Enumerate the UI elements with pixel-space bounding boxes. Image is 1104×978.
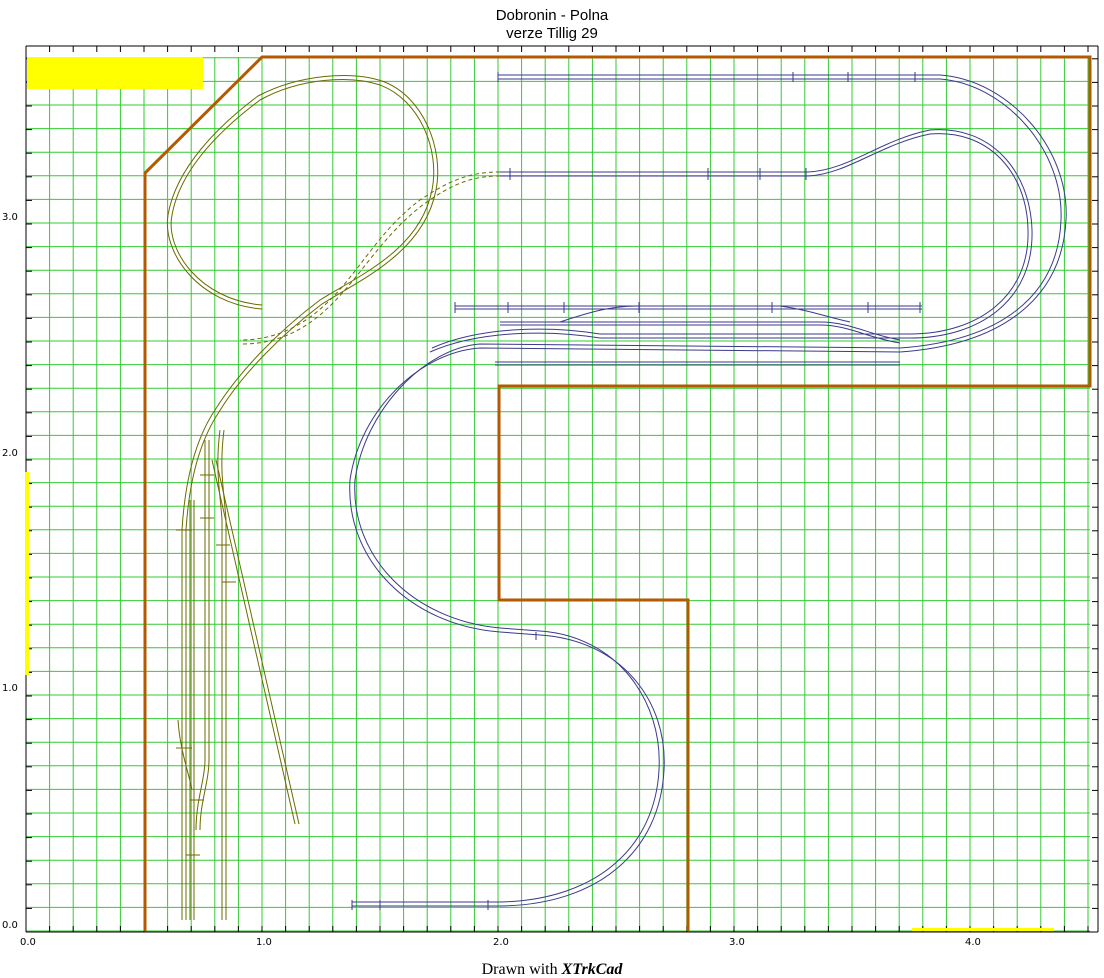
y-tick-label: 1.0: [2, 683, 18, 694]
plan-title: Dobronin - Polna: [496, 7, 609, 24]
y-tick-label: 0.0: [2, 920, 18, 931]
blue-track-layer: [349, 72, 1067, 910]
x-tick-label: 1.0: [256, 937, 272, 948]
olive-track-layer: [166, 75, 501, 920]
footer-prefix: Drawn with: [482, 961, 562, 978]
yellow-edge-marker-bottom: [912, 928, 1054, 931]
yellow-edge-marker-left: [25, 472, 29, 675]
olive-track-helix: [170, 79, 435, 920]
plan-subtitle: verze Tillig 29: [506, 25, 598, 42]
x-tick-label: 3.0: [729, 937, 745, 948]
olive-yard-track-3: [217, 429, 223, 920]
benchwork-outline: [143, 55, 1092, 931]
olive-track-dashed-return: [239, 171, 501, 341]
y-tick-label: 2.0: [2, 448, 18, 459]
olive-spur: [211, 459, 296, 825]
blue-track-inner-loop: [429, 129, 1033, 353]
y-axis-labels: 0.0 1.0 2.0 3.0: [2, 212, 18, 931]
x-tick-label: 0.0: [20, 937, 36, 948]
x-axis-labels: 0.0 1.0 2.0 3.0 4.0: [20, 937, 981, 948]
footer-brand: XTrkCad: [561, 961, 624, 978]
x-tick-label: 2.0: [493, 937, 509, 948]
y-tick-label: 3.0: [2, 212, 18, 223]
track-plan-canvas: Dobronin - Polna verze Tillig 29 Drawn w…: [2, 7, 1099, 978]
yellow-label-box: [27, 57, 203, 89]
x-tick-label: 4.0: [965, 937, 981, 948]
footer-credit: Drawn with XTrkCad: [482, 961, 624, 978]
olive-yard-track-2: [195, 440, 206, 831]
